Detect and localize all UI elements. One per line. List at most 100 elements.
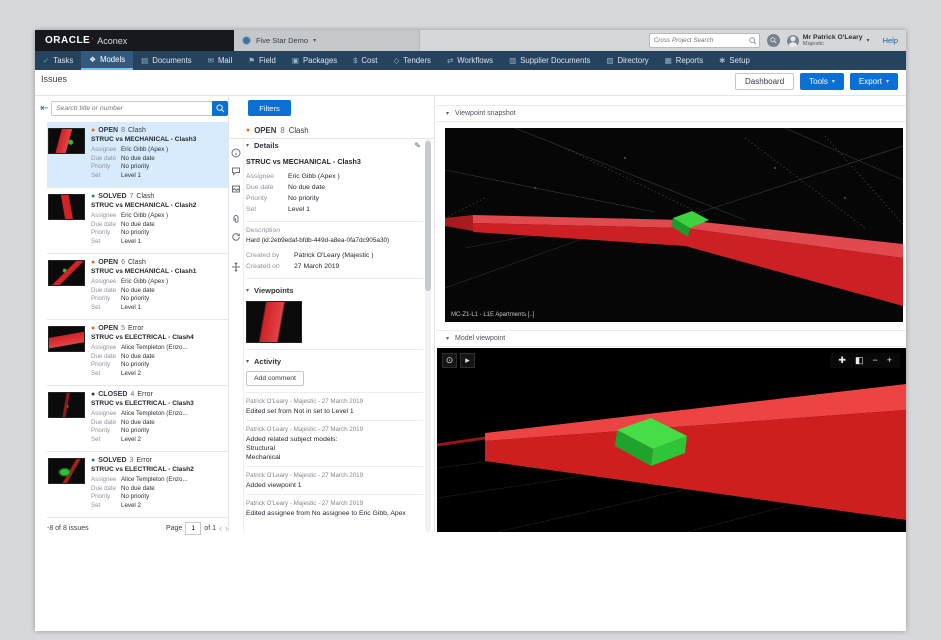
nav-models[interactable]: ❖ Models <box>81 51 133 70</box>
nav-reports[interactable]: ▦Reports <box>657 51 711 70</box>
nav-setup[interactable]: ✱Setup <box>711 51 758 70</box>
setup-icon: ✱ <box>719 56 725 65</box>
field-value: No due date <box>121 155 155 164</box>
nav-tasks[interactable]: ✓Tasks <box>35 51 81 70</box>
nav-label: Models <box>100 55 125 64</box>
issue-list-item[interactable]: ●OPEN8Clash STRUC vs MECHANICAL - Clash3… <box>47 122 228 188</box>
issue-search-button[interactable] <box>212 101 228 116</box>
scrollbar-track[interactable] <box>425 139 431 532</box>
model-viewpoint-viewer[interactable]: ⊙ ▸ ✚ ◧ − + <box>437 348 906 532</box>
field-value: No due date <box>121 419 155 428</box>
model-viewpoint-header[interactable]: ▾ Model viewpoint <box>437 330 906 347</box>
field-value: 27 March 2019 <box>294 261 339 272</box>
collapse-panel-icon[interactable]: ⇤ <box>38 102 51 115</box>
pagination: Page of 1 ‹ › <box>166 522 228 535</box>
nav-mail[interactable]: ✉Mail <box>200 51 241 70</box>
detail-tool-strip <box>229 139 244 532</box>
models-icon: ❖ <box>89 55 96 64</box>
search-icon[interactable] <box>749 37 757 45</box>
export-label: Export <box>859 77 882 86</box>
status-dot: ● <box>91 457 95 464</box>
activity-entry: Patrick O'Leary - Majestic - 27 March 20… <box>246 494 423 522</box>
page-number-input[interactable] <box>185 522 201 535</box>
zoom-in-icon[interactable]: + <box>887 355 892 366</box>
status-badge: OPEN <box>98 259 118 266</box>
issue-list-item[interactable]: ●CLOSED4Error STRUC vs ELECTRICAL - Clas… <box>47 386 228 452</box>
field-label: Priority <box>246 193 288 204</box>
workflows-icon: ⇄ <box>447 56 453 65</box>
chevron-down-icon: ▾ <box>867 37 870 44</box>
nav-label: Mail <box>218 56 232 65</box>
image-icon[interactable] <box>231 184 241 194</box>
previous-page-icon[interactable]: ‹ <box>219 523 222 533</box>
field-value: Eric Gibb (Apex ) <box>121 212 168 221</box>
issue-number: 8 <box>121 127 125 134</box>
field-value: No priority <box>121 163 149 172</box>
comment-icon[interactable] <box>231 166 241 176</box>
nav-packages[interactable]: ▣Packages <box>284 51 345 70</box>
user-menu[interactable]: Mr Patrick O'Leary Majestic ▾ <box>787 34 870 47</box>
field-label: Set <box>91 502 121 511</box>
field-value: No priority <box>121 493 149 502</box>
add-comment-button[interactable]: Add comment <box>246 371 304 386</box>
issue-list-item[interactable]: ●SOLVED3Error STRUC vs ELECTRICAL - Clas… <box>47 452 228 518</box>
chevron-down-icon[interactable]: ▾ <box>246 287 249 294</box>
issue-list-item[interactable]: ●OPEN5Error STRUC vs ELECTRICAL - Clash4… <box>47 320 228 386</box>
nav-label: Tenders <box>403 56 431 65</box>
scrollbar-thumb[interactable] <box>425 141 431 291</box>
nav-field[interactable]: ⚑Field <box>240 51 284 70</box>
nav-workflows[interactable]: ⇄ Workflows <box>439 51 501 70</box>
cross-project-search-input[interactable] <box>649 33 760 48</box>
field-label: Due date <box>91 155 121 164</box>
nav-directory[interactable]: ▨Directory <box>598 51 656 70</box>
pan-icon[interactable]: ✚ <box>838 355 846 366</box>
tools-button[interactable]: Tools▾ <box>800 73 844 90</box>
nav-cost[interactable]: $Cost <box>345 51 385 70</box>
issue-list: ●OPEN8Clash STRUC vs MECHANICAL - Clash3… <box>47 122 228 518</box>
divider <box>246 221 423 222</box>
dashboard-button[interactable]: Dashboard <box>735 73 794 90</box>
viewpoint-thumbnail[interactable] <box>246 301 302 343</box>
move-icon[interactable] <box>231 262 241 272</box>
global-search-icon[interactable] <box>767 34 780 47</box>
field-label: Set <box>91 370 121 379</box>
project-selector[interactable]: Five Star Demo ▾ <box>234 30 420 51</box>
history-icon[interactable] <box>231 232 241 242</box>
issue-search-input[interactable] <box>51 101 212 116</box>
attachment-icon[interactable] <box>231 214 241 224</box>
visibility-eye-icon[interactable]: ⊙ <box>442 353 457 368</box>
export-button[interactable]: Export▾ <box>850 73 898 90</box>
project-name: Five Star Demo <box>256 36 308 45</box>
issue-thumbnail <box>48 194 85 220</box>
filters-button[interactable]: Filters <box>248 100 291 116</box>
model-3d-view[interactable] <box>437 348 906 532</box>
aconex-window: ORACLE ’ Aconex Five Star Demo ▾ Mr Pat <box>35 30 906 631</box>
expand-toolbar-icon[interactable]: ▸ <box>460 353 475 368</box>
field-label: Priority <box>91 229 121 238</box>
help-link[interactable]: Help <box>883 36 898 45</box>
info-icon[interactable] <box>231 148 241 158</box>
chevron-down-icon[interactable]: ▾ <box>246 142 249 149</box>
issue-list-item[interactable]: ●SOLVED7Clash STRUC vs MECHANICAL - Clas… <box>47 188 228 254</box>
field-label: Assignee <box>91 344 121 353</box>
section-contrast-icon[interactable]: ◧ <box>855 355 864 366</box>
nav-documents[interactable]: ▤Documents <box>133 51 200 70</box>
edit-pencil-icon[interactable]: ✎ <box>414 141 421 150</box>
nav-tenders[interactable]: ◇ Tenders <box>385 51 439 70</box>
issue-number: 7 <box>130 193 134 200</box>
activity-text: Mechanical <box>246 453 423 462</box>
tenders-icon: ◇ <box>393 56 399 65</box>
nav-supplier-documents[interactable]: ▥Supplier Documents <box>501 51 598 70</box>
field-value: No due date <box>121 485 155 494</box>
field-value: Eric Gibb (Apex ) <box>121 278 168 287</box>
chevron-down-icon[interactable]: ▾ <box>246 358 249 365</box>
viewpoint-snapshot-header[interactable]: ▾ Viewpoint snapshot <box>437 105 906 122</box>
cross-project-search <box>649 33 760 48</box>
nav-label: Workflows <box>457 56 493 65</box>
top-bar: ORACLE ’ Aconex Five Star Demo ▾ Mr Pat <box>35 30 906 51</box>
zoom-out-icon[interactable]: − <box>872 355 877 366</box>
nav-label: Field <box>259 56 276 65</box>
issue-list-item[interactable]: ●OPEN6Clash STRUC vs MECHANICAL - Clash1… <box>47 254 228 320</box>
divider <box>35 95 906 96</box>
status-dot: ● <box>91 259 95 266</box>
